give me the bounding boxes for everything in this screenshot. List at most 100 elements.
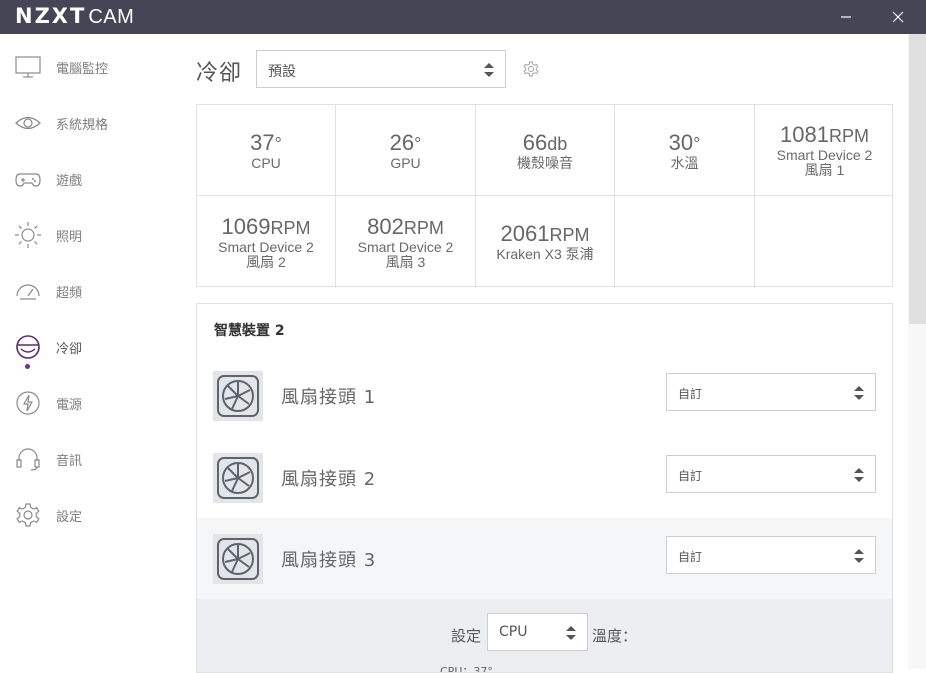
page-title: 冷卻 [196, 61, 243, 86]
fan-name: 風扇接頭 2 [281, 469, 377, 490]
profile-select[interactable]: 預設 [256, 50, 506, 88]
sidebar-item-settings[interactable]: 設定 [0, 487, 180, 543]
monitor-icon [15, 56, 41, 78]
updown-arrow-icon [484, 63, 494, 77]
stat-gpu-temp: 26° GPU [336, 105, 476, 196]
logo-brand: NZXT [15, 4, 87, 28]
sidebar-item-label: 電腦監控 [56, 61, 109, 77]
temp-source-value: CPU [499, 624, 528, 640]
sidebar-item-label: 電源 [56, 397, 83, 413]
temp-source-select[interactable]: CPU [487, 613, 588, 651]
fan-name: 風扇接頭 1 [281, 387, 377, 408]
fan-thumbnail [213, 371, 263, 421]
updown-arrow-icon [854, 468, 864, 482]
fan-mode-value: 自訂 [678, 469, 703, 483]
fan-thumbnail [213, 453, 263, 503]
title-bar: NZXT CAM [0, 0, 926, 34]
stat-label: Smart Device 2 [776, 147, 873, 163]
updown-arrow-icon [854, 386, 864, 400]
gamepad-icon [15, 173, 41, 187]
curve-set-label: 設定 [451, 627, 482, 645]
device-panel: 智慧裝置 2 風扇接頭 1 自訂 風扇接頭 2 自訂 風扇接頭 3 自訂 設定 [196, 303, 893, 673]
stat-value: 26° [389, 130, 422, 155]
active-indicator-dot [25, 364, 30, 369]
sidebar-item-label: 超頻 [56, 285, 83, 301]
sidebar-item-lighting[interactable]: 照明 [0, 207, 180, 263]
curve-temp-label: 溫度： [592, 627, 638, 645]
sun-icon [15, 222, 41, 248]
stat-water-temp: 30° 水溫 [615, 105, 755, 196]
stat-label: 機殼噪音 [517, 155, 573, 171]
sidebar-item-label: 遊戲 [56, 173, 83, 189]
profile-settings-gear-icon[interactable] [522, 60, 540, 78]
sidebar-item-label: 音訊 [56, 453, 83, 469]
stat-pump-rpm: 2061RPM Kraken X3 泵浦 [476, 196, 615, 288]
stat-label: Smart Device 2 [218, 239, 314, 255]
device-title: 智慧裝置 2 [214, 323, 285, 339]
stat-case-noise: 66db 機殼噪音 [476, 105, 615, 196]
stat-value: 30° [668, 130, 701, 155]
fan-name: 風扇接頭 3 [281, 550, 377, 571]
stat-label: Kraken X3 泵浦 [496, 246, 594, 262]
eye-icon [15, 116, 41, 130]
app-logo: NZXT CAM [15, 4, 134, 29]
fan-mode-value: 自訂 [678, 550, 703, 564]
cooling-icon [16, 335, 40, 359]
stat-sublabel: 風扇 1 [804, 162, 845, 178]
stat-label: CPU [251, 155, 281, 171]
scrollbar-thumb[interactable] [909, 34, 926, 324]
updown-arrow-icon [566, 626, 576, 640]
stat-sublabel: 風扇 3 [385, 254, 426, 270]
stat-fan-1-rpm: 1081RPM Smart Device 2 風扇 1 [755, 105, 894, 196]
stat-value: 1081RPM [780, 122, 869, 147]
fan-thumbnail [213, 534, 263, 584]
sidebar-item-label: 照明 [56, 229, 83, 245]
stat-value: 66db [522, 130, 568, 155]
fan-curve-controls: 設定 CPU 溫度： CPU：37° [197, 599, 892, 673]
profile-select-value: 預設 [268, 64, 296, 80]
sidebar-item-pc-monitoring[interactable]: 電腦監控 [0, 39, 180, 95]
sidebar-item-label: 冷卻 [56, 341, 83, 357]
stat-label: 水溫 [670, 155, 699, 171]
fan-row: 風扇接頭 2 自訂 [197, 437, 892, 519]
fan-mode-select[interactable]: 自訂 [666, 455, 876, 493]
sidebar-item-label: 設定 [56, 509, 83, 525]
sidebar-item-power[interactable]: 電源 [0, 375, 180, 431]
stat-value: 802RPM [367, 214, 444, 239]
sidebar-item-overclocking[interactable]: 超頻 [0, 263, 180, 319]
sidebar-item-system-specs[interactable]: 系統規格 [0, 95, 180, 151]
sidebar-item-cooling[interactable]: 冷卻 [0, 319, 180, 375]
minimize-icon [841, 16, 851, 18]
fan-mode-select[interactable]: 自訂 [666, 536, 876, 574]
sidebar-item-audio[interactable]: 音訊 [0, 431, 180, 487]
sidebar-item-games[interactable]: 遊戲 [0, 151, 180, 207]
gear-icon [16, 503, 40, 527]
stat-label: GPU [390, 155, 421, 171]
fan-icon [217, 538, 259, 580]
stat-value: 2061RPM [500, 221, 590, 246]
speedometer-icon [16, 284, 40, 300]
fan-icon [217, 375, 259, 417]
fan-icon [217, 457, 259, 499]
fan-row: 風扇接頭 1 自訂 [197, 355, 892, 437]
updown-arrow-icon [854, 549, 864, 563]
stats-grid: 37° CPU 26° GPU 66db 機殼噪音 30° 水溫 1081RPM… [196, 104, 894, 288]
stat-label: Smart Device 2 [357, 239, 454, 255]
close-icon [892, 11, 904, 23]
fan-row-selected[interactable]: 風扇接頭 3 自訂 [197, 518, 892, 600]
stat-fan-3-rpm: 802RPM Smart Device 2 風扇 3 [336, 196, 476, 288]
stat-value: 1069RPM [221, 214, 311, 239]
headset-icon [16, 448, 40, 471]
power-icon [16, 391, 40, 415]
sidebar-item-label: 系統規格 [56, 117, 109, 133]
close-button[interactable] [876, 0, 920, 34]
stat-fan-2-rpm: 1069RPM Smart Device 2 風扇 2 [197, 196, 336, 288]
stat-cpu-temp: 37° CPU [197, 105, 336, 196]
current-cpu-temp: CPU：37° [440, 665, 493, 673]
logo-app-name: CAM [88, 6, 135, 28]
minimize-button[interactable] [824, 0, 868, 34]
stat-empty-cell [615, 196, 755, 288]
stat-sublabel: 風扇 2 [246, 254, 286, 270]
stat-empty-cell [755, 196, 894, 288]
fan-mode-select[interactable]: 自訂 [666, 373, 876, 411]
